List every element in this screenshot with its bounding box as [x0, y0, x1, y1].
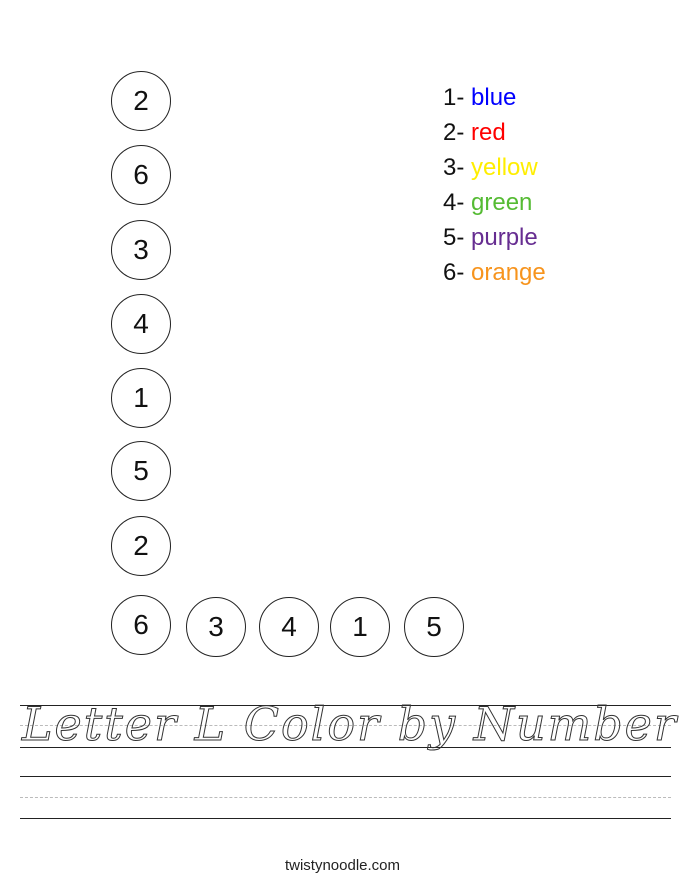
number-circle[interactable]: 4	[259, 597, 319, 657]
legend-number: 4-	[443, 189, 465, 216]
number-circle[interactable]: 5	[111, 441, 171, 501]
legend-item: 5- purple	[443, 220, 546, 255]
legend-color-name: purple	[471, 224, 538, 251]
number-circle[interactable]: 3	[186, 597, 246, 657]
writing-top-line	[20, 776, 671, 777]
number-circle[interactable]: 4	[111, 294, 171, 354]
legend-item: 6- orange	[443, 255, 546, 290]
legend-color-name: yellow	[471, 154, 538, 181]
number-circle[interactable]: 3	[111, 220, 171, 280]
site-footer: twistynoodle.com	[284, 857, 401, 874]
tracing-title: Letter L Color by Number	[22, 697, 678, 752]
number-circle[interactable]: 5	[404, 597, 464, 657]
legend-number: 6-	[443, 259, 465, 286]
legend-item: 4- green	[443, 185, 546, 220]
writing-mid-line	[20, 797, 671, 798]
number-circle[interactable]: 6	[111, 145, 171, 205]
legend-color-name: blue	[471, 84, 517, 111]
legend-number: 2-	[443, 119, 465, 146]
legend-number: 1-	[443, 84, 465, 111]
number-circle[interactable]: 1	[330, 597, 390, 657]
legend-number: 3-	[443, 154, 465, 181]
legend-color-name: orange	[471, 259, 546, 286]
legend-color-name: red	[471, 119, 506, 146]
legend-item: 3- yellow	[443, 150, 546, 185]
legend-item: 2- red	[443, 115, 546, 150]
legend-number: 5-	[443, 224, 465, 251]
legend-item: 1- blue	[443, 80, 546, 115]
legend-color-name: green	[471, 189, 533, 216]
number-circle[interactable]: 2	[111, 516, 171, 576]
number-circle[interactable]: 1	[111, 368, 171, 428]
number-circle[interactable]: 6	[111, 595, 171, 655]
writing-base-line	[20, 818, 671, 819]
number-circle[interactable]: 2	[111, 71, 171, 131]
color-legend: 1- blue 2- red 3- yellow 4- green 5- pur…	[443, 80, 546, 290]
